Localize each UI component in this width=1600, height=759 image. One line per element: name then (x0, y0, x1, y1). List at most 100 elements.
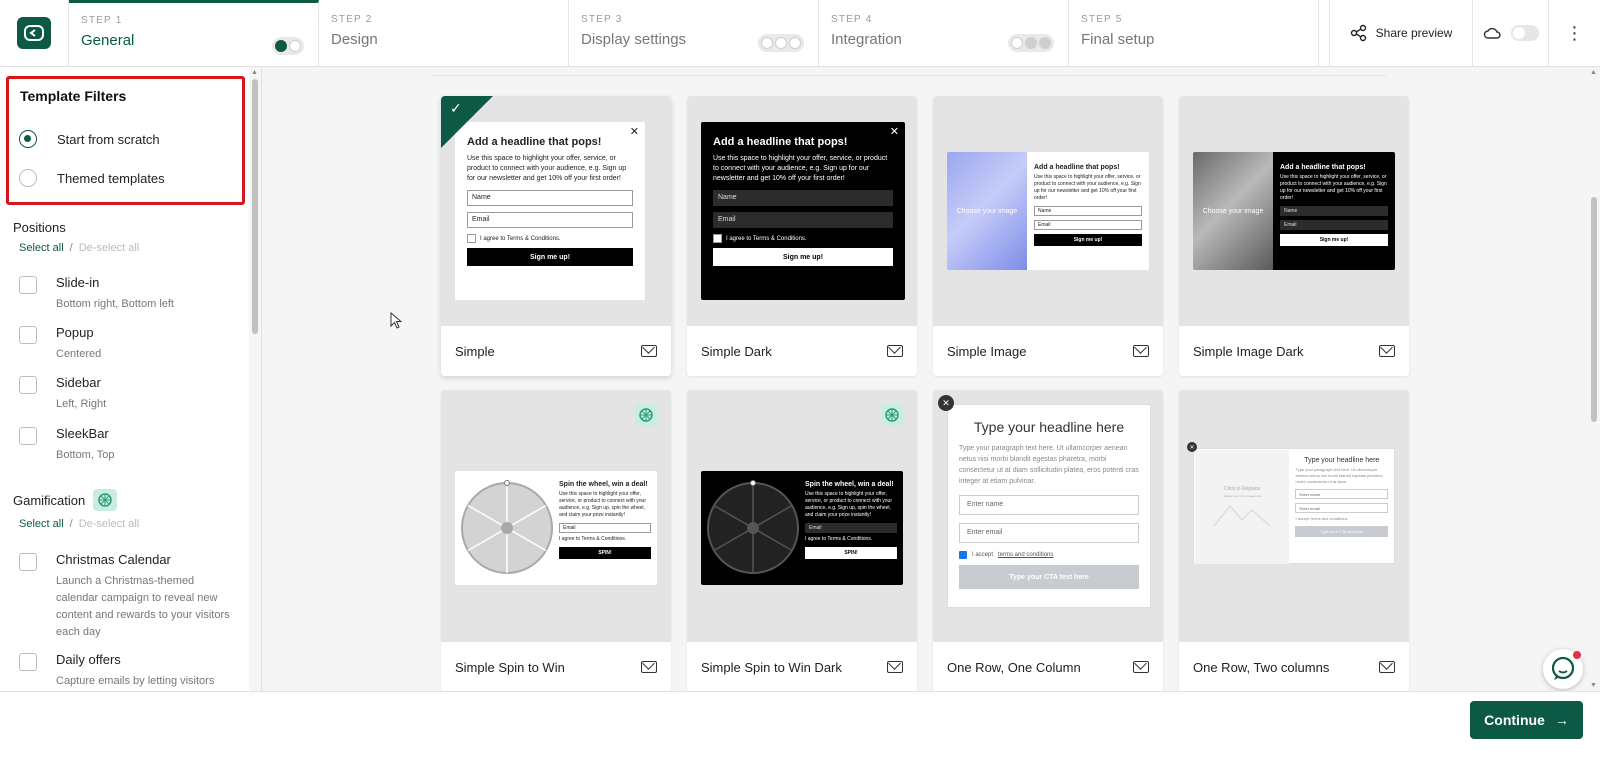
step-name: Final setup (1081, 31, 1155, 48)
step-number: STEP 2 (331, 14, 373, 25)
step-number: STEP 3 (581, 14, 623, 25)
template-card-simple-dark[interactable]: ✕ Add a headline that pops! Use this spa… (687, 96, 917, 376)
spin-wheel (461, 480, 553, 574)
email-field: Email (1280, 220, 1388, 230)
popup-headline: Add a headline that pops! (1280, 164, 1366, 171)
step-integration[interactable]: STEP 4 Integration (819, 0, 1069, 66)
template-card-simple-image-dark[interactable]: Choose your image Add a headline that po… (1179, 96, 1409, 376)
cta-button: SPIN! (559, 547, 651, 559)
logo-cell[interactable] (0, 0, 69, 66)
scroll-down-icon[interactable]: ▼ (1590, 682, 1597, 689)
template-preview: Spin the wheel, win a deal! Use this spa… (441, 390, 671, 642)
scroll-up-icon[interactable]: ▲ (1590, 69, 1597, 76)
checkbox-description: Launch a Christmas-themed calendar campa… (56, 575, 230, 638)
template-card-simple[interactable]: ✕ Add a headline that pops! Use this spa… (441, 96, 671, 376)
name-field: Enter name (1295, 489, 1388, 499)
terms-link: terms and conditions (998, 552, 1054, 558)
checkbox-description: Capture emails by letting visitors (56, 675, 215, 687)
wheel-icon (635, 404, 657, 426)
template-name: Simple Spin to Win Dark (701, 659, 842, 675)
radio-button[interactable] (19, 169, 37, 187)
close-icon: ✕ (1187, 442, 1197, 452)
checkbox[interactable] (19, 376, 37, 394)
share-preview-button[interactable]: Share preview (1329, 0, 1472, 66)
radio-button[interactable] (19, 130, 37, 148)
email-icon (1379, 345, 1395, 357)
email-field: Email (559, 523, 651, 533)
email-icon (641, 661, 657, 673)
arrow-right-icon: → (1554, 712, 1569, 728)
email-icon (1133, 661, 1149, 673)
template-card-simple-image[interactable]: Choose your image Add a headline that po… (933, 96, 1163, 376)
checkbox-label: Sidebar (56, 375, 101, 390)
position-sleekbar[interactable]: SleekBar Bottom, Top (19, 426, 236, 464)
name-field: Enter name (959, 495, 1139, 515)
scrollbar-thumb[interactable] (252, 79, 258, 334)
template-card-one-row-two-columns[interactable]: Click to Replace Upload your own image h… (1179, 390, 1409, 691)
template-card-simple-spin-to-win[interactable]: Spin the wheel, win a deal! Use this spa… (441, 390, 671, 691)
popup-headline: Spin the wheel, win a deal! (805, 481, 894, 488)
email-field: Email (1034, 220, 1142, 230)
form-panel: Add a headline that pops! Use this space… (1027, 152, 1149, 270)
checkbox[interactable] (19, 653, 37, 671)
checkbox[interactable] (19, 276, 37, 294)
scrollbar-thumb[interactable] (1591, 197, 1597, 422)
email-icon (1133, 345, 1149, 357)
continue-button[interactable]: Continue → (1470, 701, 1583, 739)
autosave-toggle[interactable] (1510, 25, 1539, 41)
deselect-all-link[interactable]: De-select all (79, 242, 140, 254)
deselect-all-link[interactable]: De-select all (79, 518, 140, 530)
scroll-up-icon[interactable]: ▲ (251, 69, 258, 76)
template-gallery: ✕ Add a headline that pops! Use this spa… (263, 67, 1600, 691)
email-icon (1379, 661, 1395, 673)
checkbox-description: Left, Right (56, 398, 107, 410)
checkbox-label: Popup (56, 325, 94, 340)
template-preview: Choose your image Add a headline that po… (933, 96, 1163, 326)
gallery-scrollbar[interactable]: ▲ ▼ (1588, 67, 1600, 691)
template-name: One Row, One Column (947, 659, 1081, 675)
step-display-settings[interactable]: STEP 3 Display settings (569, 0, 819, 66)
close-icon: ✕ (938, 395, 954, 411)
sidebar-scrollbar[interactable]: ▲ ▼ (249, 67, 261, 705)
gamification-christmas-calendar[interactable]: Christmas Calendar Launch a Christmas-the… (19, 552, 236, 641)
position-slide-in[interactable]: Slide-in Bottom right, Bottom left (19, 275, 236, 313)
checkbox-label: Christmas Calendar (56, 552, 171, 567)
gamification-daily-offers[interactable]: Daily offers Capture emails by letting vi… (19, 652, 236, 690)
popup-headline: Type your headline here (1304, 457, 1380, 464)
position-popup[interactable]: Popup Centered (19, 325, 236, 363)
template-preview: ✕ Add a headline that pops! Use this spa… (687, 96, 917, 326)
gamification-select-links: Select all / De-select all (19, 518, 139, 530)
wheel-icon (93, 489, 118, 511)
popup-body: Use this space to highlight your offer, … (467, 155, 627, 182)
template-card-one-row-one-column[interactable]: Type your headline here Type your paragr… (933, 390, 1163, 691)
select-all-link[interactable]: Select all (19, 242, 64, 254)
mouse-cursor-icon (390, 312, 402, 329)
email-field: Email (805, 523, 897, 533)
radio-themed-templates[interactable]: Themed templates (19, 169, 165, 187)
step-final-setup[interactable]: STEP 5 Final setup (1069, 0, 1319, 66)
step-design[interactable]: STEP 2 Design (319, 0, 569, 66)
select-all-link[interactable]: Select all (19, 518, 64, 530)
template-label-bar: Simple Spin to Win Dark (687, 642, 917, 691)
position-sidebar[interactable]: Sidebar Left, Right (19, 375, 236, 413)
more-options-button[interactable]: ⋮ (1548, 0, 1600, 66)
image-placeholder: Choose your image (947, 152, 1027, 270)
checkbox[interactable] (19, 553, 37, 571)
separator: / (69, 242, 73, 254)
step-general[interactable]: STEP 1 General (69, 0, 319, 66)
selected-corner (441, 96, 493, 148)
checkbox-label: SleekBar (56, 426, 109, 441)
template-card-simple-spin-to-win-dark[interactable]: Spin the wheel, win a deal! Use this spa… (687, 390, 917, 691)
template-preview: Type your headline here Type your paragr… (933, 390, 1163, 642)
chat-button[interactable] (1543, 649, 1583, 689)
name-field: Name (713, 190, 893, 206)
template-label-bar: Simple Spin to Win (441, 642, 671, 691)
radio-label: Themed templates (57, 170, 165, 186)
form-panel: Spin the wheel, win a deal! Use this spa… (555, 471, 657, 585)
radio-start-from-scratch[interactable]: Start from scratch (19, 130, 160, 148)
checkbox[interactable] (19, 326, 37, 344)
cta-button: Sign me up! (1280, 234, 1388, 246)
image-popup-preview: Choose your image Add a headline that po… (1193, 152, 1395, 270)
checkbox[interactable] (19, 427, 37, 445)
template-filters-box: Template Filters Start from scratch Them… (6, 76, 245, 205)
